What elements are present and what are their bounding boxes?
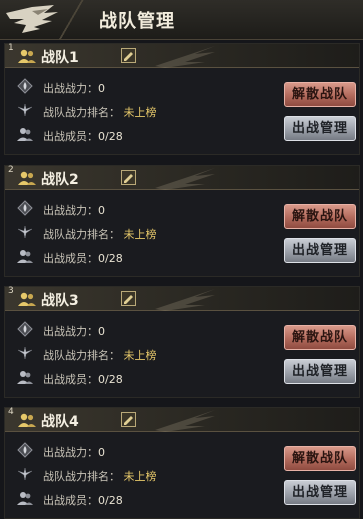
power-value: 0 xyxy=(98,204,105,217)
members-value: 0/28 xyxy=(98,494,123,507)
squad-name: 战队4 xyxy=(41,414,79,430)
members-icon xyxy=(17,492,33,505)
power-value: 0 xyxy=(98,325,105,338)
power-label: 出战战力： xyxy=(43,204,98,217)
rank-value: 未上榜 xyxy=(123,106,157,119)
squad-title-bar: 3 战队3 xyxy=(5,286,359,311)
squad-index: 2 xyxy=(8,165,14,175)
power-label: 出战战力： xyxy=(43,82,98,95)
squad-name: 战队3 xyxy=(41,293,79,309)
wing-decoration-icon xyxy=(155,168,215,190)
squad-name: 战队2 xyxy=(41,172,79,188)
squad-panel: 1 战队1 出战战力：0 战队战力排名： 未上榜 出战成员：0/28 解散战队 … xyxy=(4,43,360,155)
flame-icon xyxy=(17,321,33,337)
squad-title-bar: 2 战队2 xyxy=(5,165,359,190)
members-icon xyxy=(17,128,33,141)
rank-label: 战队战力排名： xyxy=(43,106,120,119)
page-title: 战队管理 xyxy=(99,11,175,32)
people-icon xyxy=(18,413,36,427)
members-value: 0/28 xyxy=(98,252,123,265)
power-value: 0 xyxy=(98,446,105,459)
edit-icon[interactable] xyxy=(121,170,136,185)
rank-value: 未上榜 xyxy=(123,349,157,362)
disband-squad-button[interactable]: 解散战队 xyxy=(284,204,356,229)
rank-label: 战队战力排名： xyxy=(43,349,120,362)
eagle-emblem-icon xyxy=(6,5,58,33)
members-label: 出战成员： xyxy=(43,373,98,386)
squad-panel: 3 战队3 出战战力：0 战队战力排名： 未上榜 出战成员：0/28 解散战队 … xyxy=(4,286,360,398)
squad-panel: 4 战队4 出战战力：0 战队战力排名： 未上榜 出战成员：0/28 解散战队 … xyxy=(4,407,360,519)
people-icon xyxy=(18,171,36,185)
rank-label: 战队战力排名： xyxy=(43,470,120,483)
rank-wings-icon xyxy=(17,346,33,360)
members-value: 0/28 xyxy=(98,373,123,386)
members-label: 出战成员： xyxy=(43,494,98,507)
squad-index: 4 xyxy=(8,407,14,417)
squad-index: 1 xyxy=(8,43,14,53)
members-icon xyxy=(17,250,33,263)
squad-name: 战队1 xyxy=(41,50,79,66)
squad-index: 3 xyxy=(8,286,14,296)
disband-squad-button[interactable]: 解散战队 xyxy=(284,446,356,471)
edit-icon[interactable] xyxy=(121,412,136,427)
battle-manage-button[interactable]: 出战管理 xyxy=(284,480,356,505)
disband-squad-button[interactable]: 解散战队 xyxy=(284,325,356,350)
members-icon xyxy=(17,371,33,384)
rank-label: 战队战力排名： xyxy=(43,228,120,241)
header-bar: 战队管理 xyxy=(0,0,363,40)
flame-icon xyxy=(17,78,33,94)
squad-title-bar: 1 战队1 xyxy=(5,43,359,68)
wing-decoration-icon xyxy=(155,410,215,432)
members-label: 出战成员： xyxy=(43,130,98,143)
squad-panel: 2 战队2 出战战力：0 战队战力排名： 未上榜 出战成员：0/28 解散战队 … xyxy=(4,165,360,277)
power-label: 出战战力： xyxy=(43,446,98,459)
edit-icon[interactable] xyxy=(121,48,136,63)
rank-value: 未上榜 xyxy=(123,470,157,483)
members-label: 出战成员： xyxy=(43,252,98,265)
battle-manage-button[interactable]: 出战管理 xyxy=(284,116,356,141)
rank-wings-icon xyxy=(17,225,33,239)
flame-icon xyxy=(17,200,33,216)
flame-icon xyxy=(17,442,33,458)
edit-icon[interactable] xyxy=(121,291,136,306)
wing-decoration-icon xyxy=(155,289,215,311)
power-label: 出战战力： xyxy=(43,325,98,338)
squad-title-bar: 4 战队4 xyxy=(5,407,359,432)
power-value: 0 xyxy=(98,82,105,95)
people-icon xyxy=(18,49,36,63)
rank-wings-icon xyxy=(17,467,33,481)
battle-manage-button[interactable]: 出战管理 xyxy=(284,359,356,384)
rank-value: 未上榜 xyxy=(123,228,157,241)
battle-manage-button[interactable]: 出战管理 xyxy=(284,238,356,263)
members-value: 0/28 xyxy=(98,130,123,143)
disband-squad-button[interactable]: 解散战队 xyxy=(284,82,356,107)
rank-wings-icon xyxy=(17,103,33,117)
people-icon xyxy=(18,292,36,306)
wing-decoration-icon xyxy=(155,46,215,68)
